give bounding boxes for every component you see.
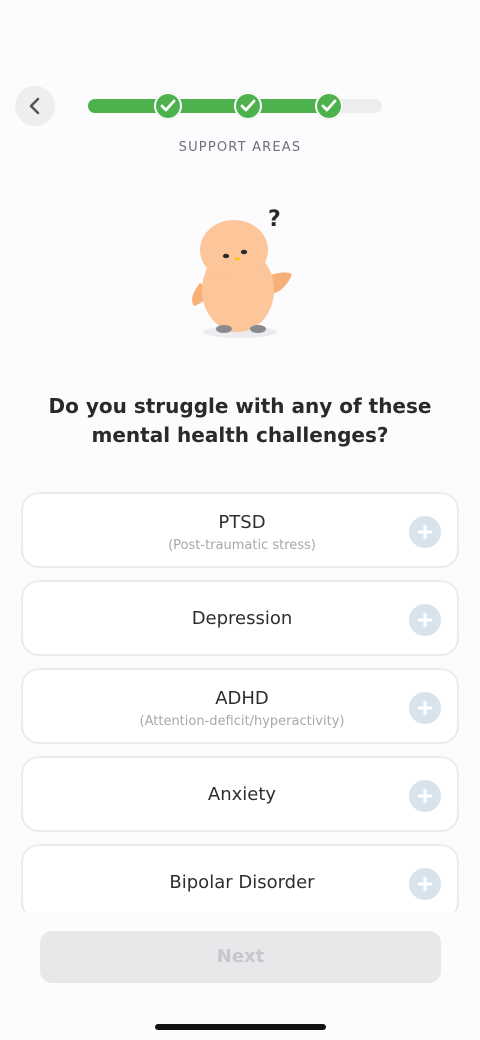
progress-fill bbox=[88, 99, 340, 113]
question-line-2: mental health challenges? bbox=[91, 423, 389, 447]
option-label: Depression bbox=[191, 608, 293, 629]
chevron-left-icon bbox=[29, 97, 40, 115]
options-list: PTSD (Post-traumatic stress) Depression … bbox=[0, 492, 480, 912]
svg-text:?: ? bbox=[268, 207, 281, 232]
option-sublabel: (Post-traumatic stress) bbox=[168, 538, 316, 553]
option-anxiety[interactable]: Anxiety bbox=[21, 756, 459, 832]
option-label: ADHD bbox=[215, 688, 269, 709]
step-title: SUPPORT AREAS bbox=[178, 140, 302, 155]
step-check-2-icon bbox=[234, 92, 262, 120]
back-button[interactable] bbox=[15, 86, 55, 126]
plus-icon[interactable] bbox=[409, 780, 441, 812]
progress-bar bbox=[88, 92, 382, 120]
plus-icon[interactable] bbox=[409, 604, 441, 636]
option-ptsd[interactable]: PTSD (Post-traumatic stress) bbox=[21, 492, 459, 568]
plus-icon[interactable] bbox=[409, 868, 441, 900]
step-check-3-icon bbox=[315, 92, 343, 120]
option-bipolar-disorder[interactable]: Bipolar Disorder bbox=[21, 844, 459, 912]
option-label: Anxiety bbox=[207, 784, 277, 805]
option-sublabel: (Attention-deficit/hyperactivity) bbox=[139, 714, 345, 729]
home-indicator bbox=[155, 1024, 326, 1030]
plus-icon[interactable] bbox=[409, 516, 441, 548]
option-adhd[interactable]: ADHD (Attention-deficit/hyperactivity) bbox=[21, 668, 459, 744]
question-heading: Do you struggle with any of these mental… bbox=[40, 392, 440, 450]
step-check-1-icon bbox=[154, 92, 182, 120]
next-button[interactable]: Next bbox=[40, 931, 441, 983]
question-line-1: Do you struggle with any of these bbox=[48, 394, 432, 418]
option-depression[interactable]: Depression bbox=[21, 580, 459, 656]
option-label: Bipolar Disorder bbox=[169, 872, 315, 893]
plus-icon[interactable] bbox=[409, 692, 441, 724]
option-label: PTSD bbox=[218, 512, 266, 533]
mascot-illustration: ? bbox=[192, 207, 292, 338]
